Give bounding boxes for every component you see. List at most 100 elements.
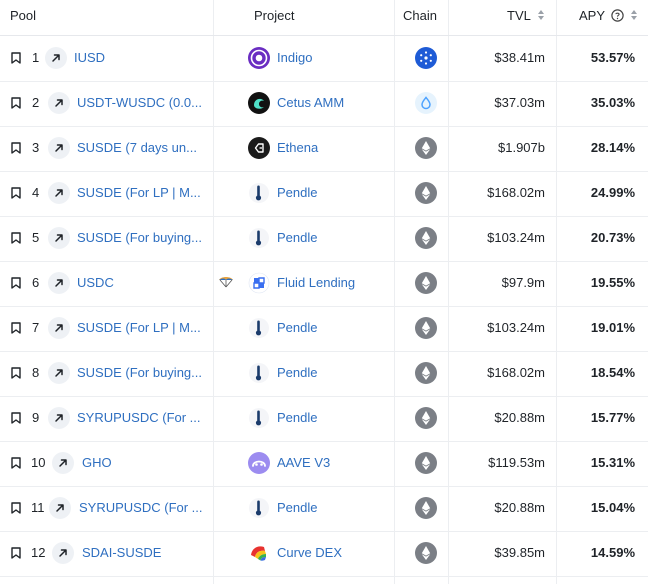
table-row[interactable]: 8 SUSDE (For buying... Pendle $168.02m 1… — [0, 351, 648, 397]
bookmark-icon[interactable] — [11, 142, 21, 154]
arrow-up-right-icon — [52, 54, 60, 62]
pool-link[interactable]: IUSD — [74, 50, 105, 65]
bookmark-icon[interactable] — [11, 97, 21, 109]
bookmark-icon[interactable] — [11, 502, 21, 514]
project-link[interactable]: Ethena — [277, 140, 318, 155]
external-link-button[interactable] — [48, 92, 70, 114]
table-row[interactable]: 10 GHO AAVE V3 $119.53m 15.31% — [0, 441, 648, 487]
apy-value: 15.04% — [590, 500, 635, 515]
ethereum-chain-icon — [415, 542, 437, 564]
project-link[interactable]: Fluid Lending — [277, 275, 355, 290]
pool-link[interactable]: SUSDE (For LP | M... — [77, 185, 201, 200]
apy-value: 19.55% — [590, 275, 635, 290]
table-row[interactable]: 4 SUSDE (For LP | M... Pendle $168.02m 2… — [0, 171, 648, 217]
pool-link[interactable]: USDT-WUSDC (0.0... — [77, 95, 202, 110]
table-row[interactable]: 9 SYRUPUSDC (For ... Pendle $20.88m 15.7… — [0, 396, 648, 442]
external-link-button[interactable] — [49, 497, 71, 519]
help-circle-icon[interactable] — [611, 9, 625, 22]
bookmark-icon[interactable] — [11, 457, 21, 469]
table-row[interactable]: 11 SYRUPUSDC (For ... Pendle $20.88m 15.… — [0, 486, 648, 532]
bookmark-icon[interactable] — [11, 367, 21, 379]
bookmark-icon[interactable] — [11, 412, 21, 424]
pool-link[interactable]: SUSDE (7 days un... — [77, 140, 197, 155]
cardano-chain-icon — [415, 47, 437, 69]
row-rank: 3 — [32, 140, 40, 155]
table-row[interactable]: 5 SUSDE (For buying... Pendle $103.24m 2… — [0, 216, 648, 262]
pendle-logo-icon — [249, 363, 269, 383]
tvl-value: $38.41m — [494, 50, 545, 65]
pendle-logo-icon — [249, 318, 269, 338]
project-link[interactable]: Pendle — [277, 320, 317, 335]
pool-link[interactable]: SUSDE (For LP | M... — [77, 320, 201, 335]
pool-link[interactable]: SUSDE (For buying... — [77, 230, 202, 245]
ethena-logo-icon — [248, 137, 270, 159]
header-tvl: TVL — [507, 8, 531, 23]
apy-value: 18.54% — [590, 365, 635, 380]
table-row[interactable]: 1 IUSD Indigo $38.41m 53.57% — [0, 36, 648, 82]
tvl-value: $168.02m — [487, 185, 545, 200]
arrow-up-right-icon — [55, 99, 63, 107]
pendle-logo-icon — [249, 183, 269, 203]
row-rank: 7 — [32, 320, 40, 335]
bookmark-icon[interactable] — [11, 322, 21, 334]
ethereum-chain-icon — [415, 452, 437, 474]
tvl-value: $97.9m — [501, 275, 545, 290]
pool-link[interactable]: SUSDE (For buying... — [77, 365, 202, 380]
project-link[interactable]: Pendle — [277, 365, 317, 380]
bookmark-icon[interactable] — [11, 277, 21, 289]
table-row[interactable]: 6 USDC Fluid Lending $97.9m 19.55% — [0, 261, 648, 307]
indigo-logo-icon — [248, 47, 270, 69]
tvl-value: $20.88m — [494, 500, 545, 515]
pool-link[interactable]: GHO — [82, 455, 112, 470]
project-link[interactable]: Curve DEX — [277, 545, 342, 560]
arrow-up-right-icon — [55, 369, 63, 377]
header-apy-sort[interactable]: APY — [579, 0, 638, 35]
project-link[interactable]: Pendle — [277, 185, 317, 200]
table-row[interactable]: 7 SUSDE (For LP | M... Pendle $103.24m 1… — [0, 306, 648, 352]
project-link[interactable]: Pendle — [277, 500, 317, 515]
aave-logo-icon — [248, 452, 270, 474]
arrow-up-right-icon — [55, 324, 63, 332]
external-link-button[interactable] — [48, 272, 70, 294]
tvl-value: $39.85m — [494, 545, 545, 560]
pendle-logo-icon — [249, 498, 269, 518]
header-tvl-sort[interactable]: TVL — [507, 0, 545, 35]
external-link-button[interactable] — [48, 182, 70, 204]
external-link-button[interactable] — [45, 47, 67, 69]
row-rank: 12 — [31, 545, 46, 560]
header-chain: Chain — [403, 8, 437, 23]
pool-link[interactable]: SYRUPUSDC (For ... — [77, 410, 201, 425]
ethereum-chain-icon — [415, 272, 437, 294]
apy-value: 15.77% — [590, 410, 635, 425]
pendle-logo-icon — [249, 408, 269, 428]
parachute-icon — [219, 277, 233, 288]
bookmark-icon[interactable] — [11, 547, 21, 559]
external-link-button[interactable] — [52, 542, 74, 564]
bookmark-icon[interactable] — [11, 187, 21, 199]
external-link-button[interactable] — [48, 317, 70, 339]
yields-table: Pool Project Chain TVL APY 1 IUSD Indigo… — [0, 0, 648, 584]
external-link-button[interactable] — [48, 137, 70, 159]
external-link-button[interactable] — [48, 227, 70, 249]
bookmark-icon[interactable] — [11, 52, 21, 64]
ethereum-chain-icon — [415, 227, 437, 249]
bookmark-icon[interactable] — [11, 232, 21, 244]
table-row[interactable]: 12 SDAI-SUSDE Curve DEX $39.85m 14.59% — [0, 531, 648, 577]
external-link-button[interactable] — [48, 407, 70, 429]
pool-link[interactable]: SDAI-SUSDE — [82, 545, 161, 560]
external-link-button[interactable] — [52, 452, 74, 474]
pool-link[interactable]: USDC — [77, 275, 114, 290]
apy-value: 15.31% — [590, 455, 635, 470]
project-link[interactable]: Cetus AMM — [277, 95, 344, 110]
pool-link[interactable]: SYRUPUSDC (For ... — [79, 500, 203, 515]
tvl-value: $20.88m — [494, 410, 545, 425]
project-link[interactable]: Pendle — [277, 410, 317, 425]
project-link[interactable]: Pendle — [277, 230, 317, 245]
table-row[interactable]: 3 SUSDE (7 days un... Ethena $1.907b 28.… — [0, 126, 648, 172]
table-row[interactable]: 2 USDT-WUSDC (0.0... Cetus AMM $37.03m 3… — [0, 81, 648, 127]
project-link[interactable]: Indigo — [277, 50, 312, 65]
project-link[interactable]: AAVE V3 — [277, 455, 330, 470]
external-link-button[interactable] — [48, 362, 70, 384]
tvl-value: $168.02m — [487, 365, 545, 380]
pendle-logo-icon — [249, 228, 269, 248]
